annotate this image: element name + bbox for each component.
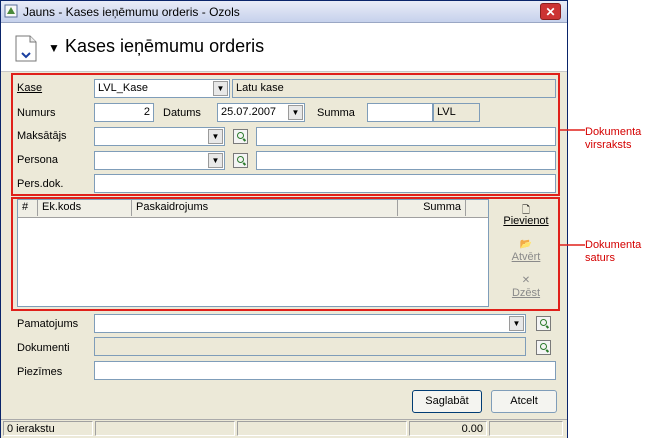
status-cell-2 [95,421,235,436]
pamatojums-label: Pamatojums [17,318,79,330]
annotation-header-line1: Dokumenta [585,126,642,138]
annotation-connector-content [559,244,585,246]
status-cell-5 [489,421,563,436]
column-header-summa[interactable]: Summa [398,200,466,216]
pamatojums-select[interactable] [94,314,526,333]
page-title: Kases ieņēmumu orderis [65,36,265,56]
delete-button[interactable]: ✕ Dzēst [498,275,554,299]
piezimes-label: Piezīmes [17,366,63,378]
pamatojums-search-icon[interactable] [536,316,551,331]
annotation-header-section: Dokumenta virsraksts [585,126,641,152]
annotation-content-line1: Dokumenta [585,239,642,251]
persona-dropdown-icon[interactable]: ▼ [208,153,223,168]
summa-currency: LVL [433,103,480,122]
delete-button-label: Dzēst [511,287,541,299]
kase-description: Latu kase [232,79,556,98]
datums-dropdown-icon[interactable]: ▼ [288,105,303,120]
maksatajs-select[interactable] [94,127,225,146]
close-button[interactable]: ✕ [540,3,561,20]
maksatajs-dropdown-icon[interactable]: ▼ [208,129,223,144]
add-button-label: Pievienot [503,215,549,227]
status-total: 0.00 [409,421,487,436]
status-cell-3 [237,421,407,436]
window-title: Jauns - Kases ieņēmumu orderis - Ozols [23,5,240,19]
kase-label: Kase [17,82,43,94]
delete-icon: ✕ [521,275,531,286]
persona-search-icon[interactable] [233,153,248,168]
annotation-content-line2: saturs [585,252,615,264]
summa-input[interactable] [367,103,433,122]
column-header-ekkods[interactable]: Ek.kods [38,200,132,216]
kase-dropdown-icon[interactable]: ▼ [213,81,228,96]
status-bar: 0 ierakstu 0.00 [1,419,567,438]
persona-select[interactable] [94,151,225,170]
piezimes-input[interactable] [94,361,556,380]
dokumenti-field [94,337,526,356]
datums-label: Datums [163,107,201,119]
numurs-label: Numurs [17,107,56,119]
document-menu-icon[interactable]: ▼ [48,41,60,55]
annotation-header-line2: virsraksts [585,139,632,151]
summa-label: Summa [317,107,355,119]
status-record-count: 0 ierakstu [3,421,93,436]
numurs-input[interactable]: 2 [94,103,154,122]
open-button[interactable]: 📂 Atvērt [498,239,554,263]
column-header-number[interactable]: # [18,200,38,216]
column-header-paskaidrojums[interactable]: Paskaidrojums [132,200,398,216]
title-bar[interactable]: Jauns - Kases ieņēmumu orderis - Ozols ✕ [1,1,567,23]
persdok-input[interactable] [94,174,556,193]
table-header: # Ek.kods Paskaidrojums Summa [18,200,488,218]
document-header: ▼ Kases ieņēmumu orderis [1,23,567,72]
persona-detail[interactable] [256,151,556,170]
dokumenti-label: Dokumenti [17,342,70,354]
annotation-content-section: Dokumenta saturs [585,239,641,265]
maksatajs-label: Maksātājs [17,130,67,142]
document-icon[interactable] [15,35,37,62]
open-folder-icon: 📂 [519,239,533,250]
open-button-label: Atvērt [511,251,541,263]
pamatojums-dropdown-icon[interactable]: ▼ [509,316,524,331]
kase-select[interactable]: LVL_Kase [94,79,230,98]
content-table[interactable]: # Ek.kods Paskaidrojums Summa [17,199,489,307]
maksatajs-detail[interactable] [256,127,556,146]
dokumenti-search-icon[interactable] [536,340,551,355]
save-button[interactable]: Saglabāt [412,390,482,413]
new-document-icon: 🗋 [521,205,531,216]
cancel-button[interactable]: Atcelt [491,390,557,413]
maksatajs-search-icon[interactable] [233,129,248,144]
persona-label: Persona [17,154,58,166]
main-window: Jauns - Kases ieņēmumu orderis - Ozols ✕… [0,0,568,438]
app-icon [4,4,18,18]
add-button[interactable]: 🗋 Pievienot [498,203,554,227]
persdok-label: Pers.dok. [17,178,64,190]
annotation-connector-header [559,129,585,131]
